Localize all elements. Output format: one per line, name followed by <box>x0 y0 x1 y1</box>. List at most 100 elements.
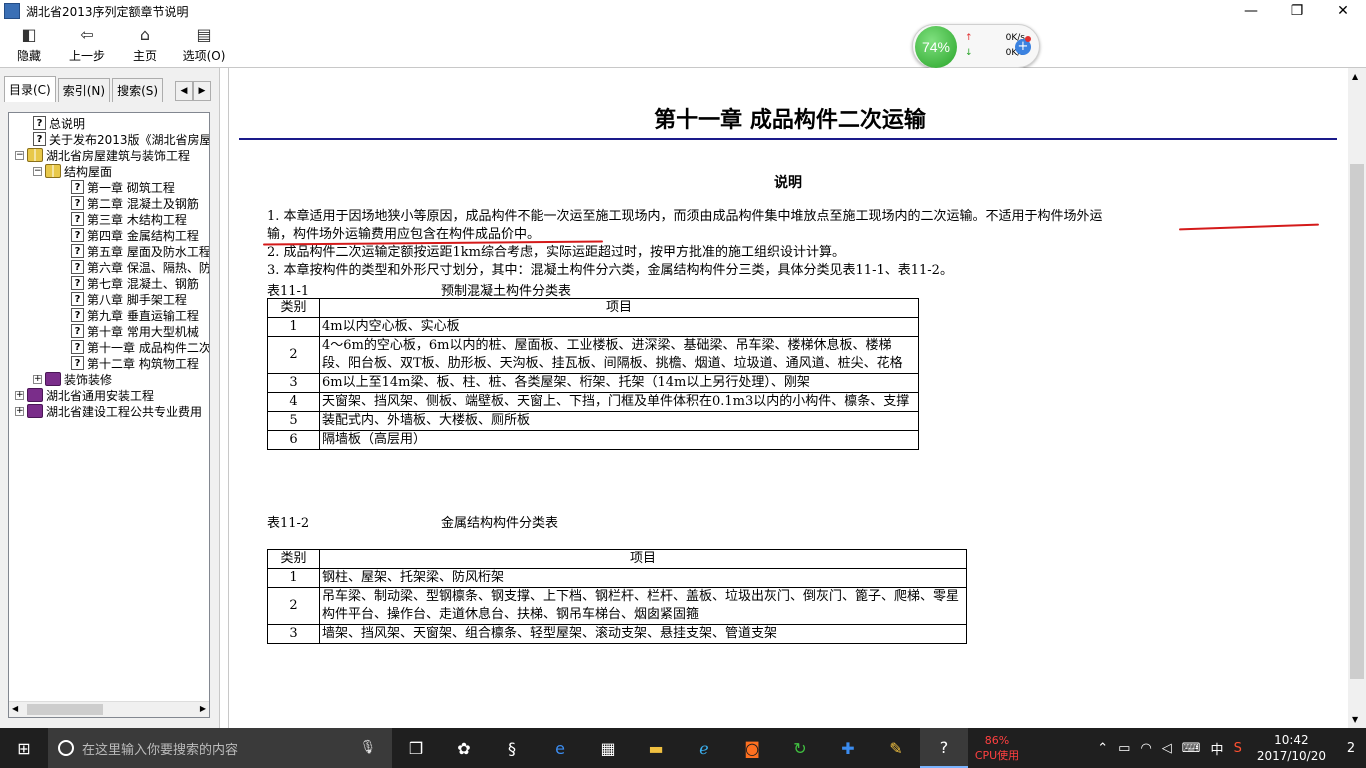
cpu-meter[interactable]: 86% CPU使用 <box>968 728 1026 768</box>
close-icon[interactable]: ✕ <box>1320 0 1366 22</box>
restore-icon[interactable]: ❐ <box>1274 0 1320 22</box>
action-center-icon[interactable]: 2 <box>1336 728 1366 768</box>
tree-item-label: 第四章 金属结构工程 <box>87 228 199 243</box>
collapse-icon[interactable]: − <box>33 166 42 176</box>
keyboard-icon[interactable]: ⌨ <box>1177 741 1206 756</box>
scroll-up-icon[interactable]: ▲ <box>1352 72 1358 81</box>
content-vertical-scrollbar[interactable]: ▲ ▼ <box>1348 68 1366 728</box>
memory-usage-ball[interactable]: 74% <box>915 26 957 68</box>
scroll-right-icon[interactable]: ▶ <box>200 704 206 713</box>
windows-start-icon[interactable]: ⊞ <box>0 728 48 768</box>
tree-item[interactable]: ? 第八章 脚手架工程 <box>71 291 187 307</box>
scroll-left-icon[interactable]: ◀ <box>12 704 18 713</box>
scroll-down-icon[interactable]: ▼ <box>1352 715 1358 724</box>
refresh-app-icon[interactable]: ↻ <box>776 728 824 768</box>
hide-button[interactable]: ◧ 隐藏 <box>0 22 58 68</box>
store-icon[interactable]: ▦ <box>584 728 632 768</box>
microphone-icon[interactable]: 🎙 <box>359 740 376 755</box>
tree-item[interactable]: ? 第三章 木结构工程 <box>71 211 187 227</box>
tree-item-label: 关于发布2013版《湖北省房屋 <box>49 132 209 147</box>
tree-item[interactable]: ? 第十章 常用大型机械 <box>71 323 199 339</box>
help-viewer-icon[interactable]: ? <box>920 728 968 768</box>
table-row: 2 吊车梁、制动梁、型钢檩条、钢支撑、上下档、钢栏杆、栏杆、盖板、垃圾出灰门、倒灰… <box>267 587 967 625</box>
ie-browser-icon[interactable]: ℯ <box>680 728 728 768</box>
tree-item[interactable]: ? 第五章 屋面及防水工程 <box>71 243 209 259</box>
tree-item[interactable]: + 装饰装修 <box>33 371 112 387</box>
tree-item[interactable]: ? 第十一章 成品构件二次 <box>71 339 209 355</box>
battery-icon[interactable]: ▭ <box>1113 741 1135 756</box>
minimize-icon[interactable]: — <box>1228 0 1274 22</box>
spiral-app-icon[interactable]: § <box>488 728 536 768</box>
network-speed-widget[interactable]: 74% ↑ 0K/s ↓ 0K/s + <box>912 24 1040 68</box>
contents-tree[interactable]: ? 总说明? 关于发布2013版《湖北省房屋 − 湖北省房屋建筑与装饰工程 − 结构屋面? 第… <box>8 112 210 718</box>
tab-contents[interactable]: 目录(C) <box>4 76 56 102</box>
taobao-icon[interactable]: ◙ <box>728 728 776 768</box>
paragraph-3: 3. 本章按构件的类型和外形尺寸划分，其中：混凝土构件分六类，金属结构构件分三类… <box>267 263 953 278</box>
tree-item[interactable]: ? 总说明 <box>33 115 85 131</box>
cpu-label: CPU使用 <box>974 749 1020 762</box>
tree-item[interactable]: − 结构屋面 <box>33 163 112 179</box>
task-view-icon[interactable]: ❒ <box>392 728 440 768</box>
tree-item-label: 第九章 垂直运输工程 <box>87 308 199 323</box>
closed-book-icon <box>27 388 43 402</box>
scroll-thumb[interactable] <box>1350 164 1364 679</box>
tree-item[interactable]: ? 第一章 砌筑工程 <box>71 179 175 195</box>
category-cell: 2 <box>267 336 320 374</box>
help-page-icon: ? <box>71 324 84 338</box>
table-row: 1 4m以内空心板、实心板 <box>267 317 919 337</box>
home-button[interactable]: ⌂ 主页 <box>116 22 174 68</box>
tree-item[interactable]: − 湖北省房屋建筑与装饰工程 <box>15 147 190 163</box>
notes-app-icon[interactable]: ✎ <box>872 728 920 768</box>
tree-item-label: 结构屋面 <box>64 164 113 179</box>
cpu-percent: 86% <box>984 734 1010 747</box>
tree-item[interactable]: + 湖北省通用安装工程 <box>15 387 154 403</box>
tree-item[interactable]: ? 第四章 金属结构工程 <box>71 227 199 243</box>
table2-label: 表11-2 <box>267 516 310 531</box>
tree-item-label: 第十二章 构筑物工程 <box>87 356 199 371</box>
tree-item[interactable]: ? 第九章 垂直运输工程 <box>71 307 199 323</box>
tree-item[interactable]: ? 第十二章 构筑物工程 <box>71 355 199 371</box>
pinwheel-app-icon[interactable]: ✿ <box>440 728 488 768</box>
expand-icon[interactable]: + <box>15 406 24 416</box>
tree-item[interactable]: ? 第七章 混凝土、钢筋 <box>71 275 199 291</box>
table-row: 5 装配式内、外墙板、大楼板、厕所板 <box>267 411 919 431</box>
topic-content: 第十一章 成品构件二次运输 说明 1. 本章适用于因场地狭小等原因，成品构件不能… <box>228 68 1350 728</box>
expand-icon[interactable]: + <box>33 374 42 384</box>
chevron-left-icon[interactable]: ◀ <box>175 81 193 101</box>
clock-time: 10:42 <box>1274 733 1309 747</box>
expand-icon[interactable]: + <box>15 390 24 400</box>
options-button[interactable]: ▤ 选项(O) <box>174 22 234 68</box>
scroll-thumb[interactable] <box>27 704 103 715</box>
volume-icon[interactable]: ◁ <box>1157 741 1177 756</box>
tree-item[interactable]: ? 第六章 保温、隔热、防 <box>71 259 209 275</box>
chevron-up-icon[interactable]: ⌃ <box>1092 741 1113 756</box>
tree-items: ? 总说明? 关于发布2013版《湖北省房屋 − 湖北省房屋建筑与装饰工程 − 结构屋面? 第… <box>9 113 209 701</box>
tree-item[interactable]: ? 第二章 混凝土及钢筋 <box>71 195 199 211</box>
sogou-ime-icon[interactable]: S <box>1229 741 1247 756</box>
item-cell: 吊车梁、制动梁、型钢檩条、钢支撑、上下档、钢栏杆、栏杆、盖板、垃圾出灰门、倒灰门… <box>319 587 967 625</box>
ime-indicator[interactable]: 中 <box>1206 739 1229 758</box>
item-cell: 墙架、挡风架、天窗架、组合檩条、轻型屋架、滚动支架、悬挂支架、管道支架 <box>319 624 967 644</box>
tree-item-label: 第十章 常用大型机械 <box>87 324 199 339</box>
category-cell: 1 <box>267 317 320 337</box>
taskbar-search-box[interactable]: 在这里输入你要搜索的内容 🎙 <box>48 728 392 768</box>
cortana-icon <box>58 740 74 756</box>
tab-index[interactable]: 索引(N) <box>57 78 111 102</box>
hide-label: 隐藏 <box>16 49 41 63</box>
category-cell: 5 <box>267 411 320 431</box>
clock-date: 2017/10/20 <box>1256 749 1326 763</box>
pin-app-icon[interactable]: ✚ <box>824 728 872 768</box>
chevron-right-icon[interactable]: ▶ <box>193 81 211 101</box>
table-row: 3 6m以上至14m梁、板、柱、桩、各类屋架、桁架、托架（14m以上另行处理）、刚… <box>267 373 919 393</box>
tree-item[interactable]: + 湖北省建设工程公共专业费用 <box>15 403 202 419</box>
wifi-icon[interactable]: ◠ <box>1135 741 1156 756</box>
tab-search[interactable]: 搜索(S) <box>112 78 164 102</box>
clock[interactable]: 10:42 2017/10/20 <box>1247 732 1336 764</box>
tree-item[interactable]: ? 关于发布2013版《湖北省房屋 <box>33 131 209 147</box>
notification-dot <box>1025 36 1031 42</box>
tree-horizontal-scrollbar[interactable]: ◀ ▶ <box>9 701 209 717</box>
file-explorer-icon[interactable]: ▬ <box>632 728 680 768</box>
edge-browser-icon[interactable]: e <box>536 728 584 768</box>
back-button[interactable]: ⇦ 上一步 <box>58 22 116 68</box>
collapse-icon[interactable]: − <box>15 150 24 160</box>
